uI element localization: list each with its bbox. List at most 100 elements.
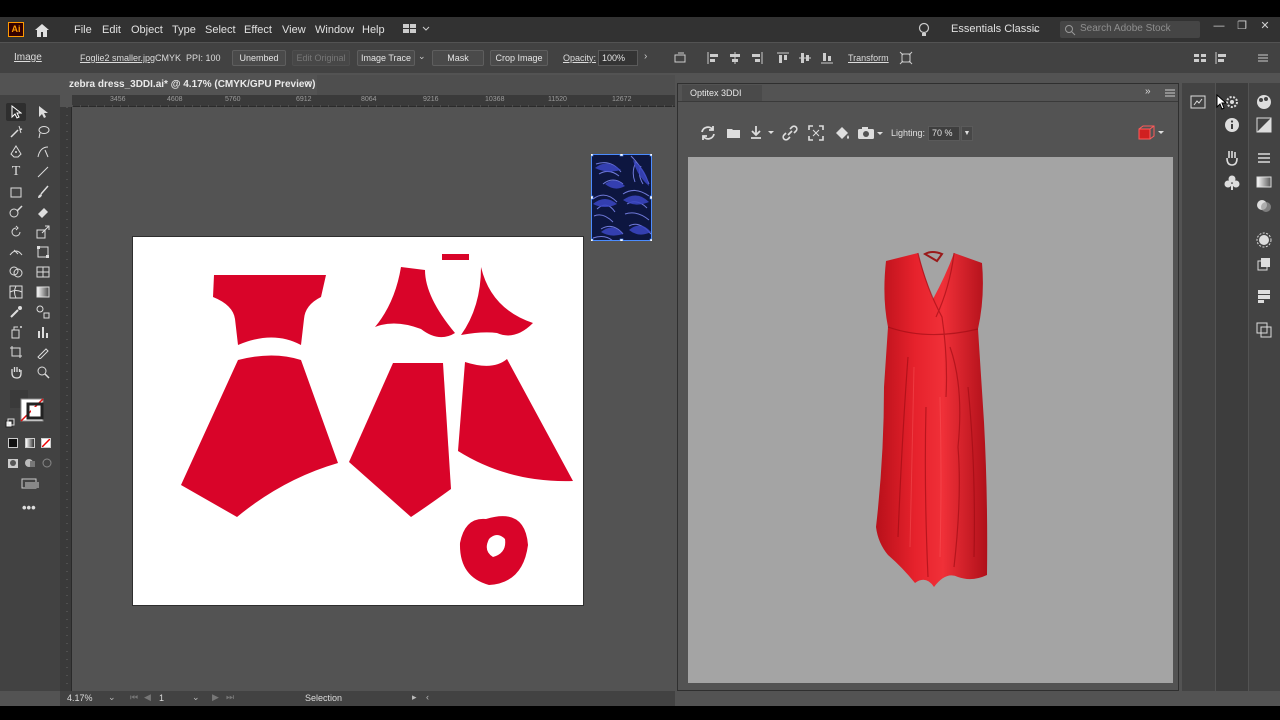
menu-object[interactable]: Object <box>131 22 163 38</box>
isolate-icon[interactable] <box>899 51 913 65</box>
refresh-icon[interactable] <box>699 124 719 142</box>
lighting-input[interactable]: 70 % <box>928 126 960 141</box>
align-bottom-icon[interactable] <box>820 51 834 65</box>
gradient-panel-icon[interactable] <box>1255 173 1273 191</box>
minimize-button[interactable]: — <box>1211 20 1227 34</box>
puppet-warp-icon[interactable] <box>1223 149 1241 167</box>
slice-tool-icon[interactable] <box>33 343 53 361</box>
color-mode-icon[interactable] <box>8 438 18 448</box>
menu-edit[interactable]: Edit <box>102 22 121 38</box>
placed-image-foglie[interactable] <box>591 154 652 241</box>
align-right-icon[interactable] <box>750 51 764 65</box>
close-window-button[interactable]: ✕ <box>1257 20 1273 34</box>
lighting-dropdown-icon[interactable]: ▼ <box>961 126 973 141</box>
zoom-tool-icon[interactable] <box>33 363 53 381</box>
draw-inside-icon[interactable] <box>41 457 53 469</box>
align-panel-icon[interactable] <box>1255 149 1273 167</box>
open-folder-icon[interactable] <box>725 124 745 142</box>
none-mode-icon[interactable] <box>41 438 51 448</box>
color-guide-icon[interactable] <box>1255 116 1273 134</box>
arrange-documents-icon[interactable] <box>403 22 433 36</box>
panel-tab-3ddi[interactable]: Optitex 3DDI <box>682 85 762 101</box>
draw-normal-icon[interactable] <box>7 457 19 469</box>
eraser-tool-icon[interactable] <box>33 203 53 221</box>
appearance-icon[interactable] <box>1255 231 1273 249</box>
scroll-left-icon[interactable]: ‹ <box>426 692 429 702</box>
image-trace-button[interactable]: Image Trace <box>357 50 415 66</box>
opacity-arrow-icon[interactable]: › <box>644 51 647 62</box>
align-to-icon[interactable] <box>673 51 687 65</box>
edit-original-button[interactable]: Edit Original <box>292 50 350 66</box>
menu-file[interactable]: File <box>74 22 92 38</box>
align-center-icon[interactable] <box>728 51 742 65</box>
menu-effect[interactable]: Effect <box>244 22 272 38</box>
close-document-icon[interactable]: × <box>305 78 311 90</box>
download-icon[interactable] <box>749 124 774 142</box>
magic-wand-tool-icon[interactable] <box>6 123 26 141</box>
workspace-switcher[interactable]: Essentials Classic <box>951 22 1040 36</box>
symbol-sprayer-tool-icon[interactable] <box>6 323 26 341</box>
3d-view-mode-icon[interactable] <box>1136 124 1164 142</box>
graphic-styles-icon[interactable] <box>1255 255 1273 273</box>
artboard-dropdown-icon[interactable]: ⌄ <box>192 692 200 703</box>
distribute-icon[interactable] <box>1214 51 1228 65</box>
lightbulb-icon[interactable] <box>917 22 931 38</box>
zoom-dropdown-icon[interactable]: ⌄ <box>108 692 116 703</box>
menu-view[interactable]: View <box>282 22 306 38</box>
home-icon[interactable] <box>33 22 51 38</box>
blend-tool-icon[interactable] <box>33 303 53 321</box>
mesh-tool-icon[interactable] <box>6 283 26 301</box>
first-artboard-icon[interactable]: ⏮ <box>130 692 138 703</box>
mask-button[interactable]: Mask <box>432 50 484 66</box>
image-trace-dropdown-icon[interactable]: ⌄ <box>418 51 426 62</box>
rectangle-tool-icon[interactable] <box>6 183 26 201</box>
type-tool-icon[interactable]: T <box>6 163 26 181</box>
camera-icon[interactable] <box>856 124 883 142</box>
shape-builder-tool-icon[interactable] <box>6 263 26 281</box>
layers-stack-icon[interactable] <box>1255 287 1273 305</box>
menu-select[interactable]: Select <box>205 22 236 38</box>
selection-type-label[interactable]: Image <box>14 53 42 63</box>
paintbrush-tool-icon[interactable] <box>33 183 53 201</box>
transform-link[interactable]: Transform <box>848 53 889 63</box>
gradient-mode-icon[interactable] <box>25 438 35 448</box>
crop-image-button[interactable]: Crop Image <box>490 50 548 66</box>
artboard-tool-icon[interactable] <box>6 343 26 361</box>
restore-button[interactable]: ❐ <box>1234 20 1250 34</box>
unembed-button[interactable]: Unembed <box>232 50 286 66</box>
artboard-number[interactable]: 1 <box>159 693 164 703</box>
next-artboard-icon[interactable]: ▶ <box>212 692 219 703</box>
search-stock-input[interactable]: Search Adobe Stock <box>1060 21 1200 38</box>
last-artboard-icon[interactable]: ⏭ <box>226 692 234 703</box>
collapse-panel-icon[interactable]: » <box>1145 86 1151 97</box>
lasso-tool-icon[interactable] <box>33 123 53 141</box>
align-middle-icon[interactable] <box>798 51 812 65</box>
screen-mode-icon[interactable] <box>20 477 40 491</box>
rotate-tool-icon[interactable] <box>6 223 26 241</box>
gradient-tool-icon[interactable] <box>33 283 53 301</box>
column-graph-tool-icon[interactable] <box>33 323 53 341</box>
shaper-tool-icon[interactable] <box>6 203 26 221</box>
width-tool-icon[interactable] <box>6 243 26 261</box>
symbols-icon[interactable] <box>1223 173 1241 191</box>
link-icon[interactable] <box>781 124 801 142</box>
document-tab[interactable]: zebra dress_3DDI.ai* @ 4.17% (CMYK/GPU P… <box>63 75 317 95</box>
swap-colors-icon[interactable] <box>5 418 15 428</box>
opacity-label[interactable]: Opacity: <box>563 53 596 63</box>
line-tool-icon[interactable] <box>33 163 53 181</box>
pen-tool-icon[interactable] <box>6 143 26 161</box>
fill-bucket-icon[interactable] <box>833 124 853 142</box>
curvature-tool-icon[interactable] <box>33 143 53 161</box>
direct-selection-tool-icon[interactable] <box>33 103 53 121</box>
panel-grid-icon[interactable] <box>1193 51 1207 65</box>
live-paint-tool-icon[interactable] <box>33 263 53 281</box>
scale-tool-icon[interactable] <box>33 223 53 241</box>
layers-panel-icon[interactable] <box>1255 321 1273 339</box>
artboards-panel-icon[interactable] <box>1189 93 1207 111</box>
prev-artboard-icon[interactable]: ◀ <box>144 692 151 703</box>
panel-menu-icon[interactable] <box>1164 89 1176 98</box>
linked-file-name[interactable]: Foglie2 smaller.jpg <box>80 53 155 63</box>
status-menu-icon[interactable]: ▸ <box>412 692 417 703</box>
selection-tool-icon[interactable] <box>6 103 26 121</box>
free-transform-tool-icon[interactable] <box>33 243 53 261</box>
